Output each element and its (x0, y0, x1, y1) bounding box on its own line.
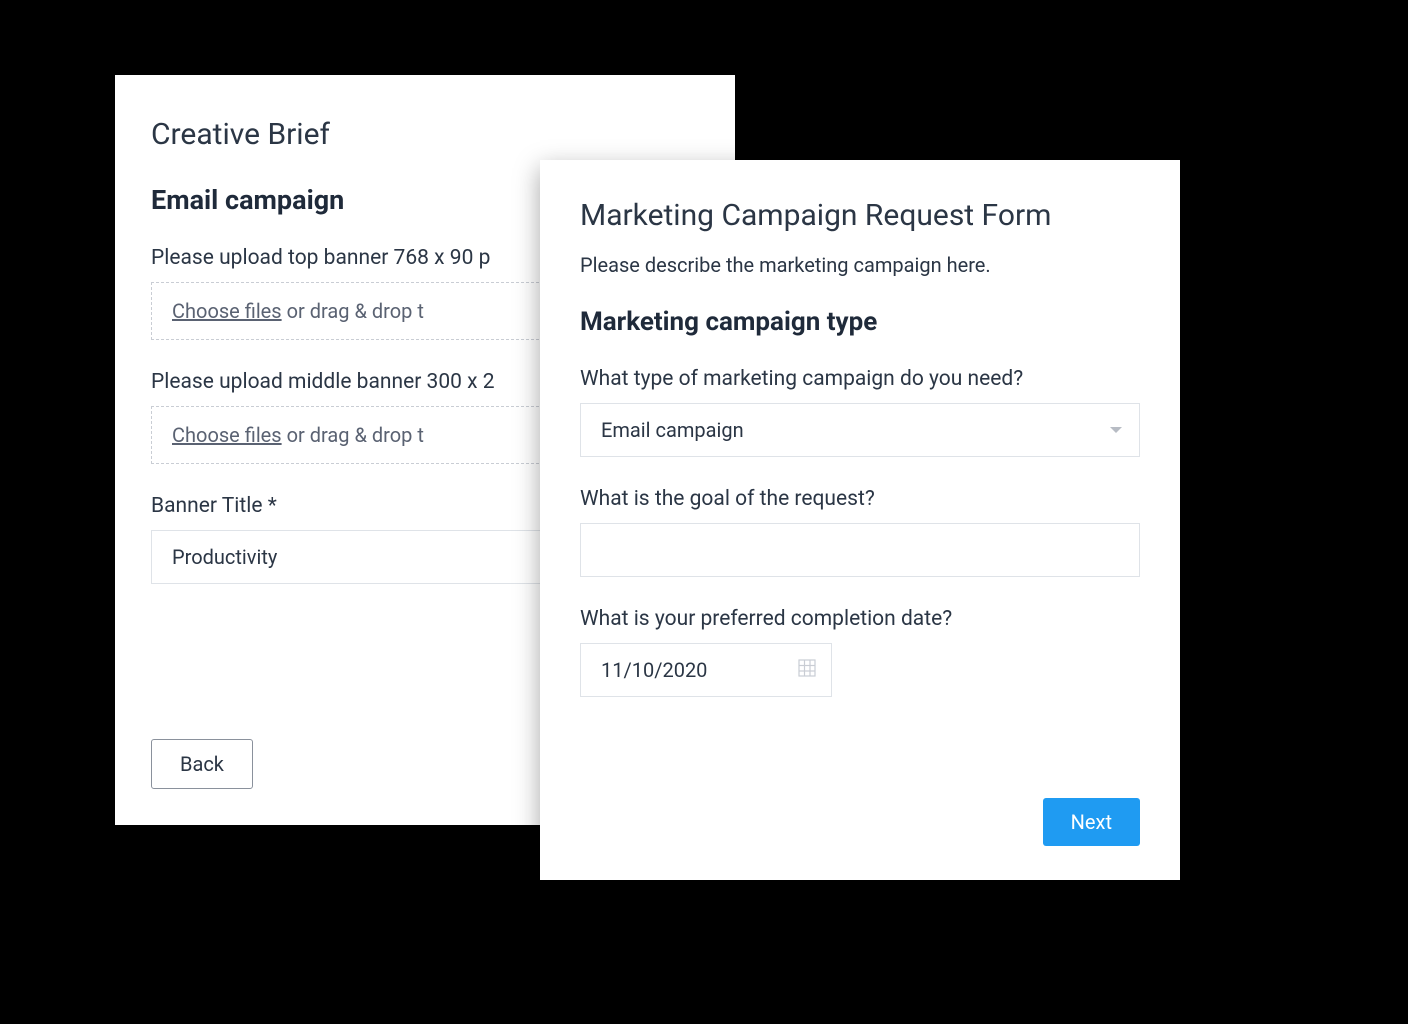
goal-label: What is the goal of the request? (580, 487, 1140, 511)
back-button[interactable]: Back (151, 739, 253, 789)
completion-date-input[interactable] (580, 643, 832, 697)
choose-files-link-top[interactable]: Choose files (172, 299, 282, 323)
next-button[interactable]: Next (1043, 798, 1140, 846)
campaign-type-label: What type of marketing campaign do you n… (580, 367, 1140, 391)
marketing-type-heading: Marketing campaign type (580, 307, 1140, 337)
choose-files-link-middle[interactable]: Choose files (172, 423, 282, 447)
creative-brief-title: Creative Brief (151, 117, 699, 152)
completion-date-label: What is your preferred completion date? (580, 607, 1140, 631)
campaign-type-value: Email campaign (580, 403, 1140, 457)
campaign-type-select[interactable]: Email campaign (580, 403, 1140, 457)
goal-input[interactable] (580, 523, 1140, 577)
drag-drop-text-top: or drag & drop t (282, 299, 424, 323)
drag-drop-text-middle: or drag & drop t (282, 423, 424, 447)
marketing-form-title: Marketing Campaign Request Form (580, 198, 1140, 233)
marketing-form-description: Please describe the marketing campaign h… (580, 253, 1140, 277)
marketing-request-card: Marketing Campaign Request Form Please d… (540, 160, 1180, 880)
